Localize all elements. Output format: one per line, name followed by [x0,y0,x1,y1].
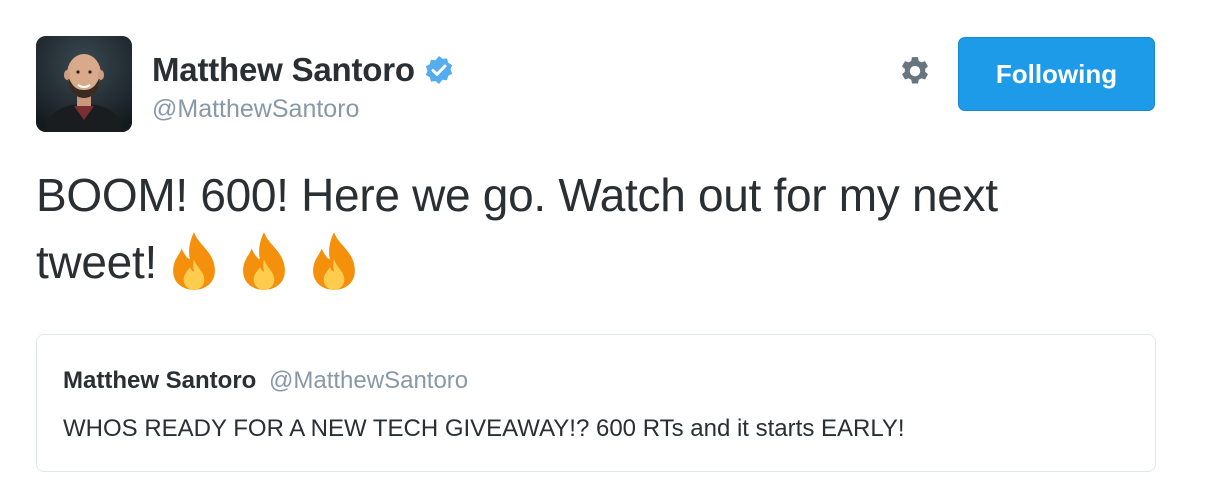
tweet-text-line-2-text: tweet! [36,236,157,288]
author-name-row: Matthew Santoro [152,50,455,90]
author-handle[interactable]: @MatthewSantoro [152,95,359,124]
fire-icon [301,228,367,294]
fire-icon [231,228,297,294]
fire-icon [161,228,227,294]
tweet-text-line-2: tweet! [36,228,1176,295]
quoted-author-handle: @MatthewSantoro [269,367,469,394]
verified-badge-icon [423,54,455,86]
person-avatar-image [36,36,132,132]
tweet-text: BOOM! 600! Here we go. Watch out for my … [36,162,1176,295]
tweet-text-line-1: BOOM! 600! Here we go. Watch out for my … [36,169,998,221]
quoted-tweet-text: WHOS READY FOR A NEW TECH GIVEAWAY!? 600… [63,415,905,442]
quoted-tweet-card[interactable]: Matthew Santoro @MatthewSantoro WHOS REA… [36,334,1156,472]
quoted-author-name: Matthew Santoro [63,367,257,394]
gear-icon[interactable] [896,54,934,92]
author-display-name[interactable]: Matthew Santoro [152,51,415,89]
tweet-card: Matthew Santoro @MatthewSantoro Followin… [0,0,1212,492]
quoted-tweet-header: Matthew Santoro @MatthewSantoro [63,367,468,395]
following-button[interactable]: Following [958,37,1155,111]
avatar[interactable] [36,36,132,132]
